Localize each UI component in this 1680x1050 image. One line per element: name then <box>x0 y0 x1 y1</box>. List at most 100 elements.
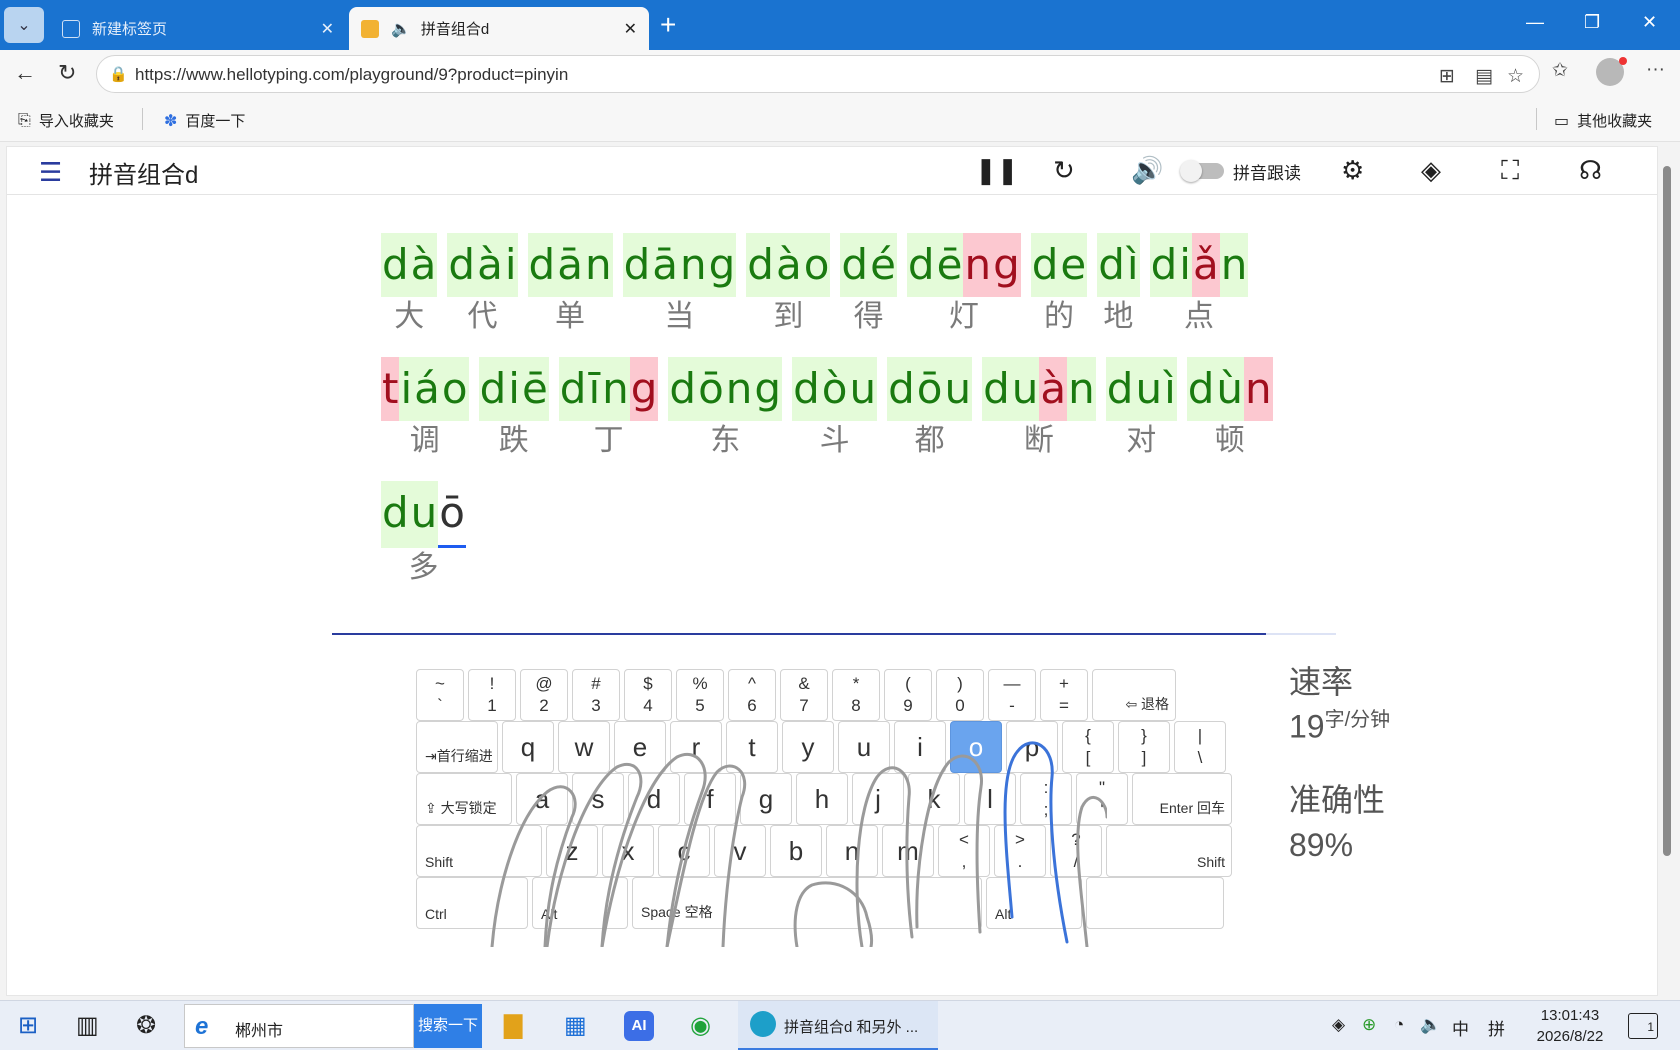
pinyin-char-correct: d <box>840 233 870 297</box>
key-8[interactable]: * 8 <box>832 669 880 721</box>
minimize-icon[interactable]: — <box>1526 12 1544 33</box>
pinyin-text: dà <box>381 233 438 297</box>
taskbar-active-window[interactable]: 拼音组合d 和另外 ... <box>738 1001 938 1050</box>
tab-new-tab[interactable]: 新建标签页 ✕ <box>50 7 346 50</box>
task-view-icon[interactable]: ▥ <box>76 1011 99 1040</box>
key-9[interactable]: (9 <box>884 669 932 721</box>
theme-fill-icon[interactable]: ◈ <box>1421 155 1441 186</box>
vertical-scrollbar[interactable] <box>1660 146 1674 996</box>
pinyin-char-correct: d <box>447 233 477 297</box>
apps-icon[interactable]: ⊞ <box>1439 65 1455 88</box>
taskbar-search-input[interactable]: e 郴州市 <box>184 1004 414 1048</box>
bookmark-baidu[interactable]: ✽ 百度一下 <box>164 110 245 131</box>
left-index-finger <box>665 764 747 947</box>
hanzi-char: 单 <box>555 299 586 334</box>
store-icon[interactable]: ▦ <box>564 1011 587 1040</box>
key-[interactable]: — - <box>988 669 1036 721</box>
key-[interactable]: ⇦ 退格 <box>1092 669 1176 721</box>
tray-app-icon[interactable]: ◈ <box>1332 1015 1345 1035</box>
key-][interactable]: }] <box>1118 721 1170 773</box>
key-`[interactable]: ~ ` <box>416 669 464 721</box>
fullscreen-icon[interactable]: ⛶ <box>1501 155 1519 187</box>
ie-icon: e <box>195 1013 209 1040</box>
clock[interactable]: 13:01:43 2026/8/22 <box>1520 1005 1620 1047</box>
folder-icon: ▭ <box>1554 112 1570 130</box>
key-label: ⇦ 退格 <box>1125 696 1169 712</box>
pinyin-read-toggle[interactable] <box>1180 160 1224 182</box>
key-\[interactable]: | \ <box>1174 721 1226 773</box>
key-4[interactable]: $4 <box>624 669 672 721</box>
folder-icon[interactable]: ▇ <box>504 1011 522 1040</box>
windows-start-icon[interactable]: ⊞ <box>18 1011 38 1040</box>
restore-icon[interactable]: ❐ <box>1584 12 1600 33</box>
ime-language[interactable]: 中 <box>1452 1015 1469 1040</box>
right-ring-finger-active <box>1003 741 1069 944</box>
close-window-icon[interactable]: ✕ <box>1642 12 1657 33</box>
key-=[interactable]: + = <box>1040 669 1088 721</box>
favorite-star-icon[interactable]: ☆ <box>1507 65 1524 88</box>
key-label: Enter 回车 <box>1159 800 1225 816</box>
restart-icon[interactable]: ↻ <box>1053 155 1075 186</box>
volume-tray-icon[interactable]: 🔈 <box>1420 1015 1441 1035</box>
scroll-thumb[interactable] <box>1663 166 1671 856</box>
key-label: Ctrl <box>425 906 447 922</box>
ime-mode[interactable]: 拼 <box>1488 1015 1505 1040</box>
key-label: 6 <box>747 696 757 715</box>
pinyin-char-correct: á <box>413 357 441 421</box>
key-enter[interactable]: Enter 回车 <box>1132 773 1232 825</box>
key-6[interactable]: ^ 6 <box>728 669 776 721</box>
address-bar[interactable]: 🔒 https://www.hellotyping.com/playground… <box>96 55 1540 93</box>
back-icon[interactable]: ← <box>14 60 36 86</box>
browser-green-icon[interactable]: ◉ <box>690 1011 711 1040</box>
bookmark-import[interactable]: ⎘ 导入收藏夹 <box>18 110 114 131</box>
hanzi-char: 对 <box>1126 423 1157 458</box>
volume-icon[interactable]: 🔊 <box>1131 155 1163 186</box>
key-7[interactable]: & 7 <box>780 669 828 721</box>
key-3[interactable]: #3 <box>572 669 620 721</box>
bookmark-other[interactable]: ▭ 其他收藏夹 <box>1554 110 1652 131</box>
close-tab-icon[interactable]: ✕ <box>624 19 637 39</box>
app-swirl-icon[interactable]: ❂ <box>136 1011 156 1040</box>
more-icon[interactable]: ··· <box>1646 59 1665 81</box>
hanzi-char: 大 <box>394 299 425 334</box>
menu-icon[interactable]: ☰ <box>39 157 62 188</box>
pause-icon[interactable]: ❚❚ <box>975 155 1019 186</box>
hands-guide-icon <box>490 741 1107 947</box>
pinyin-char-correct: o <box>802 233 831 297</box>
tab-actions-button[interactable]: ⌄ <box>4 7 44 43</box>
search-button[interactable]: 搜索一下 <box>414 1004 482 1048</box>
key-0[interactable]: ) 0 <box>936 669 984 721</box>
hanzi-char: 顿 <box>1214 423 1245 458</box>
tab-pinyin[interactable]: 🔈 拼音组合d ✕ <box>349 7 649 50</box>
reader-icon[interactable]: ▤ <box>1475 65 1493 88</box>
settings-gear-icon[interactable]: ⚙ <box>1341 155 1364 186</box>
favorites-icon[interactable]: ✩ <box>1552 59 1568 82</box>
key-1[interactable]: ! 1 <box>468 669 516 721</box>
chevron-down-icon: ⌄ <box>17 17 31 34</box>
support-headset-icon[interactable]: ☊ <box>1579 155 1602 186</box>
wifi-icon[interactable]: ◔ <box>1394 1015 1404 1035</box>
pinyin-word: dài代 <box>447 233 518 337</box>
url-text[interactable]: https://www.hellotyping.com/playground/9… <box>135 65 568 85</box>
lock-icon[interactable]: 🔒 <box>109 65 128 83</box>
ai-app-icon[interactable]: AI <box>624 1011 654 1041</box>
search-text[interactable]: 郴州市 <box>235 1017 283 1041</box>
notification-center-icon[interactable]: 1 <box>1628 1013 1658 1039</box>
pinyin-text: dùn <box>1186 357 1273 421</box>
title-bar: ⌄ 新建标签页 ✕ 🔈 拼音组合d ✕ + — ❐ ✕ <box>0 0 1680 50</box>
close-tab-icon[interactable]: ✕ <box>321 19 334 39</box>
key-label: ⇪ 大写锁定 <box>425 800 497 816</box>
pinyin-char-error: g <box>992 233 1021 297</box>
key-[interactable]: ⇥首行缩进 <box>416 721 498 773</box>
new-tab-button[interactable]: + <box>660 10 676 40</box>
audio-playing-icon[interactable]: 🔈 <box>391 19 411 39</box>
pinyin-word: duàn断 <box>982 357 1096 461</box>
refresh-icon[interactable]: ↻ <box>58 60 76 86</box>
tray-plus-icon[interactable]: ⊕ <box>1362 1015 1376 1035</box>
key-2[interactable]: @2 <box>520 669 568 721</box>
pinyin-word: diē跌 <box>478 357 549 461</box>
pinyin-char-error: n <box>1244 357 1273 421</box>
key-shift[interactable]: Shift <box>1106 825 1232 877</box>
import-icon: ⎘ <box>18 111 31 129</box>
key-5[interactable]: % 5 <box>676 669 724 721</box>
